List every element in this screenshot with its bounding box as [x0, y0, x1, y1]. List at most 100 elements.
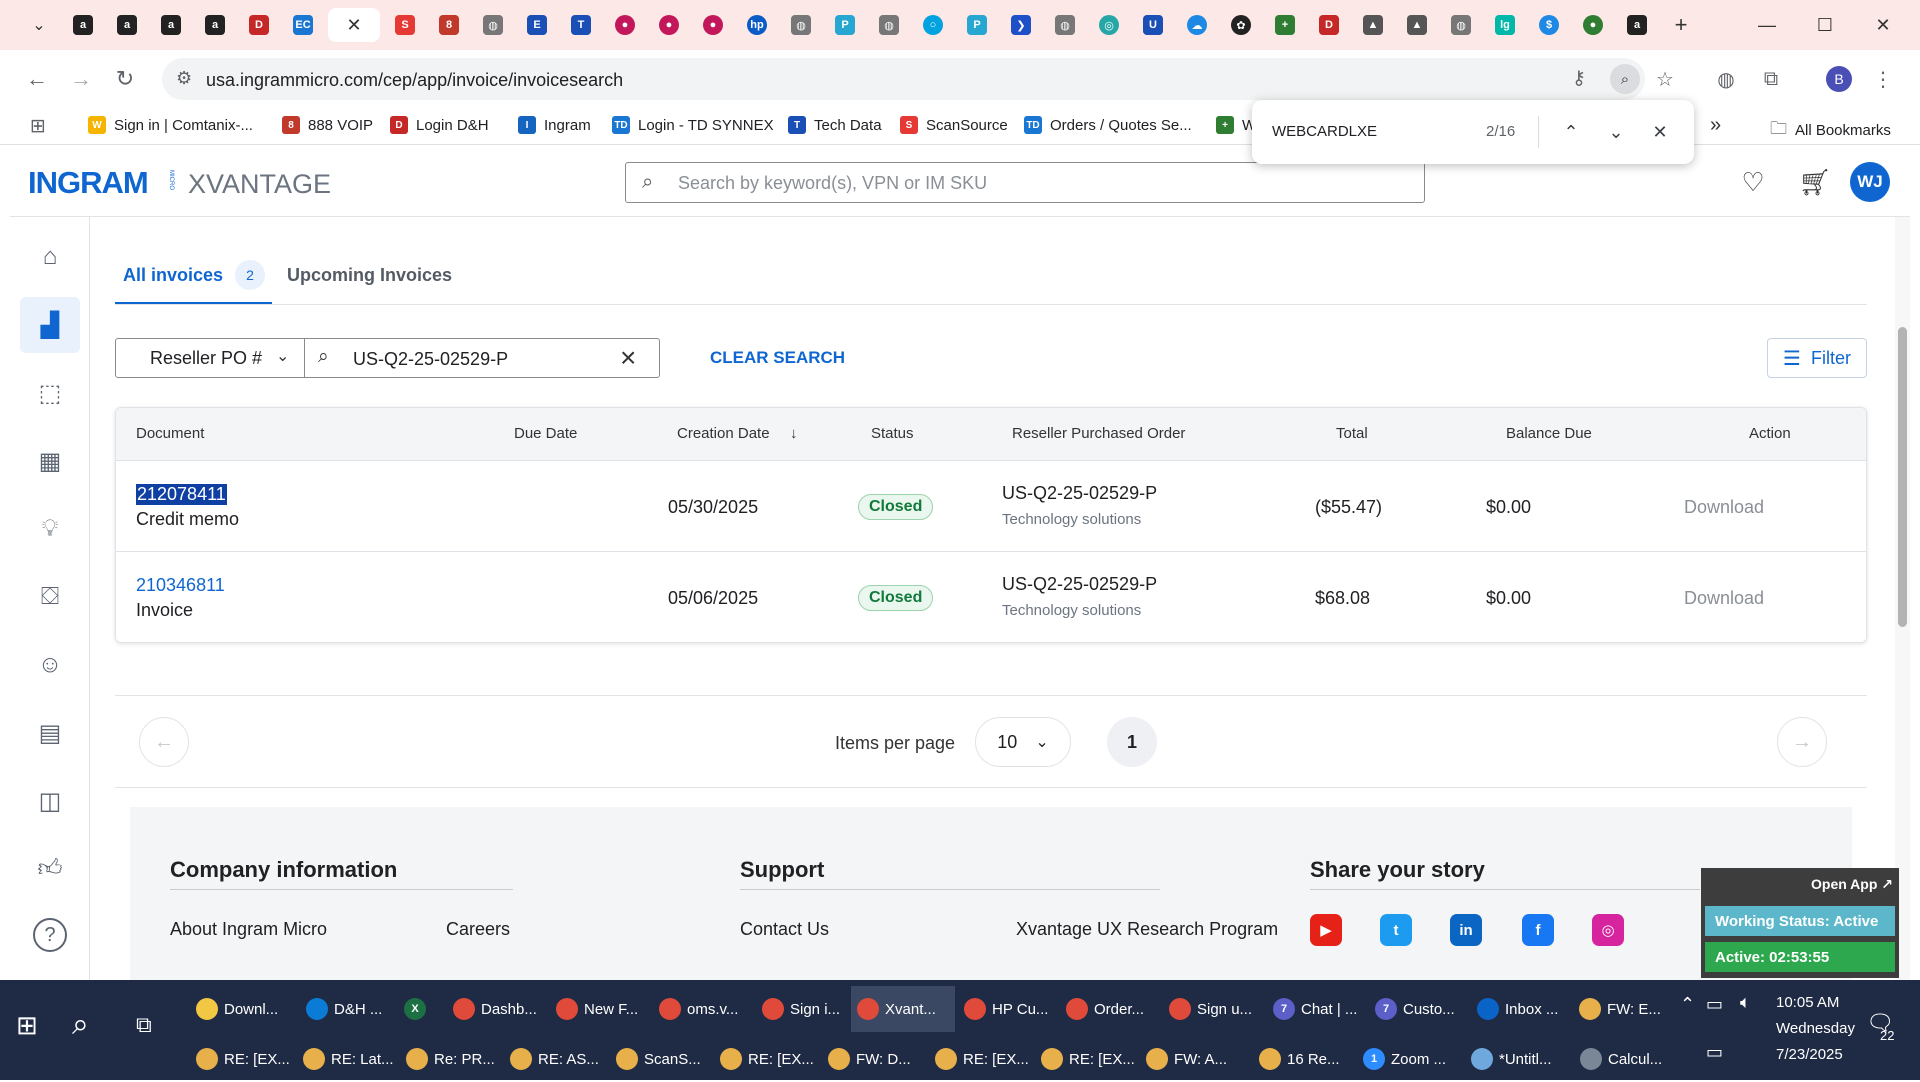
taskbar-button[interactable]: ScanS... — [610, 1036, 710, 1082]
taskbar-button[interactable]: Order... — [1060, 986, 1160, 1032]
twitter-icon[interactable]: t — [1380, 914, 1412, 946]
browser-tab[interactable]: E — [518, 8, 556, 42]
favorites-button[interactable]: ♡ — [1734, 163, 1772, 201]
profile-button[interactable]: B — [1822, 62, 1856, 96]
taskbar-button[interactable]: RE: [EX... — [714, 1036, 818, 1082]
bookmarks-overflow-icon[interactable]: » — [1710, 114, 1721, 137]
window-close-button[interactable]: ✕ — [1854, 0, 1912, 50]
next-page-button[interactable]: → — [1777, 717, 1827, 767]
download-button[interactable]: Download — [1684, 588, 1764, 609]
taskbar-button[interactable]: RE: [EX... — [1035, 1036, 1135, 1082]
browser-tab[interactable]: P — [826, 8, 864, 42]
chevron-up-icon[interactable]: ⌃ — [1680, 994, 1695, 1015]
nav-products[interactable]: ⬚ — [20, 365, 80, 421]
browser-tab[interactable]: ▲ — [1354, 8, 1392, 42]
browser-tab[interactable]: T — [562, 8, 600, 42]
clear-search-button[interactable]: CLEAR SEARCH — [710, 348, 845, 368]
bookmark-item[interactable]: D Login D&H — [390, 116, 489, 134]
items-per-page-select[interactable]: 10 ⌄ — [975, 717, 1071, 767]
reload-button[interactable]: ↻ — [108, 62, 142, 96]
taskbar-button[interactable]: FW: A... — [1140, 1036, 1250, 1082]
sort-arrow-down-icon[interactable]: ↓ — [790, 425, 798, 442]
windows-start-icon[interactable]: ⊞ — [16, 1010, 38, 1041]
site-search-input[interactable] — [678, 171, 1378, 195]
taskbar-button[interactable]: Sign i... — [756, 986, 848, 1032]
nav-shop[interactable]: ◫ — [20, 773, 80, 829]
extensions-button[interactable]: ⧉ — [1754, 62, 1788, 96]
search-type-select[interactable]: Reseller PO # ⌄ — [115, 338, 305, 378]
browser-tab[interactable]: 8 — [430, 8, 468, 42]
taskbar-button[interactable]: HP Cu... — [958, 986, 1058, 1032]
find-query[interactable]: WEBCARDLXE — [1272, 123, 1377, 140]
taskbar-button[interactable]: FW: E... — [1573, 986, 1669, 1032]
taskbar-button[interactable]: Sign u... — [1163, 986, 1263, 1032]
nav-ideas[interactable]: 💡︎ — [20, 501, 80, 557]
invoice-search-box[interactable]: ⌕ × — [304, 338, 660, 378]
browser-tab[interactable]: ● — [606, 8, 644, 42]
close-icon[interactable]: ✕ — [346, 15, 361, 36]
maximize-button[interactable]: ☐ — [1796, 0, 1854, 50]
linkedin-icon[interactable]: in — [1450, 914, 1482, 946]
browser-tab[interactable]: D — [240, 8, 278, 42]
tab-all-invoices[interactable]: All invoices — [123, 265, 223, 286]
filter-button[interactable]: ☰ Filter — [1767, 338, 1867, 378]
taskbar-button[interactable]: 7 Custo... — [1369, 986, 1469, 1032]
browser-tab[interactable]: P — [958, 8, 996, 42]
browser-tab[interactable]: ● — [650, 8, 688, 42]
browser-tab[interactable]: ◍ — [870, 8, 908, 42]
taskbar-button[interactable]: Xvant... — [851, 986, 955, 1032]
browser-tab[interactable]: ● — [694, 8, 732, 42]
browser-tab[interactable]: ✿ — [1222, 8, 1260, 42]
taskbar-button[interactable]: RE: [EX... — [190, 1036, 294, 1082]
nav-support[interactable]: ☺ — [20, 637, 80, 693]
taskbar-button[interactable]: X — [398, 986, 444, 1032]
taskbar-button[interactable]: oms.v... — [653, 986, 753, 1032]
browser-tab[interactable]: EC — [284, 8, 322, 42]
bookmark-item[interactable]: W Sign in | Comtanix-... — [88, 116, 253, 134]
bookmark-item[interactable]: T Tech Data — [788, 116, 882, 134]
bookmark-item[interactable]: 8 888 VOIP — [282, 116, 373, 134]
nav-analytics[interactable]: ▟ — [20, 297, 80, 353]
facebook-icon[interactable]: f — [1522, 914, 1554, 946]
find-previous-button[interactable]: ⌃ — [1556, 117, 1586, 147]
browser-tab[interactable]: a — [196, 8, 234, 42]
bookmark-star-button[interactable]: ☆ — [1648, 62, 1682, 96]
taskbar-button[interactable]: FW: D... — [822, 1036, 926, 1082]
tab-search-menu[interactable]: ⌄ — [20, 8, 58, 42]
taskbar-button[interactable]: RE: [EX... — [929, 1036, 1033, 1082]
taskbar-button[interactable]: Re: PR... — [400, 1036, 500, 1082]
taskbar-button[interactable]: *Untitl... — [1465, 1036, 1571, 1082]
browser-tab[interactable]: a — [64, 8, 102, 42]
footer-link-research[interactable]: Xvantage UX Research Program — [1016, 919, 1278, 940]
taskbar-button[interactable]: Calcul... — [1574, 1036, 1670, 1082]
back-button[interactable]: ← — [20, 62, 54, 96]
taskbar-button[interactable]: 7 Chat | ... — [1267, 986, 1367, 1032]
browser-tab[interactable]: ❯ — [1002, 8, 1040, 42]
address-bar[interactable]: ⚙ usa.ingrammicro.com/cep/app/invoice/in… — [162, 58, 1645, 100]
find-close-button[interactable]: ✕ — [1645, 117, 1675, 147]
ingram-logo[interactable]: INGRAM — [28, 165, 149, 201]
document-number-link[interactable]: 210346811 — [136, 575, 225, 596]
bookmark-item[interactable]: S ScanSource — [900, 116, 1008, 134]
taskbar-button[interactable]: 1 Zoom ... — [1357, 1036, 1461, 1082]
footer-link-about[interactable]: About Ingram Micro — [170, 919, 327, 940]
forward-button[interactable]: → — [64, 62, 98, 96]
browser-tab[interactable]: ◍ — [1442, 8, 1480, 42]
footer-link-careers[interactable]: Careers — [446, 919, 510, 940]
browser-tab[interactable]: a — [1618, 8, 1656, 42]
browser-tab[interactable]: ○ — [914, 8, 952, 42]
nav-services[interactable]: ⛋ — [20, 569, 80, 625]
apps-grid-icon[interactable]: ⊞ — [30, 115, 46, 138]
user-avatar[interactable]: WJ — [1850, 162, 1890, 202]
taskbar-button[interactable]: D&H ... — [300, 986, 394, 1032]
volume-icon[interactable]: 🔈︎ — [1740, 992, 1751, 1013]
taskbar-button[interactable]: RE: AS... — [504, 1036, 608, 1082]
browser-tab[interactable]: a — [108, 8, 146, 42]
browser-tab-active[interactable]: ✕ — [328, 8, 380, 42]
instagram-icon[interactable]: ◎ — [1592, 914, 1624, 946]
nav-home[interactable]: ⌂ — [20, 229, 80, 285]
nav-calendar[interactable]: ▤ — [20, 705, 80, 761]
find-in-page-icon[interactable]: ⌕ — [1610, 64, 1640, 94]
nav-help[interactable]: ? — [20, 907, 80, 963]
browser-tab[interactable]: D — [1310, 8, 1348, 42]
